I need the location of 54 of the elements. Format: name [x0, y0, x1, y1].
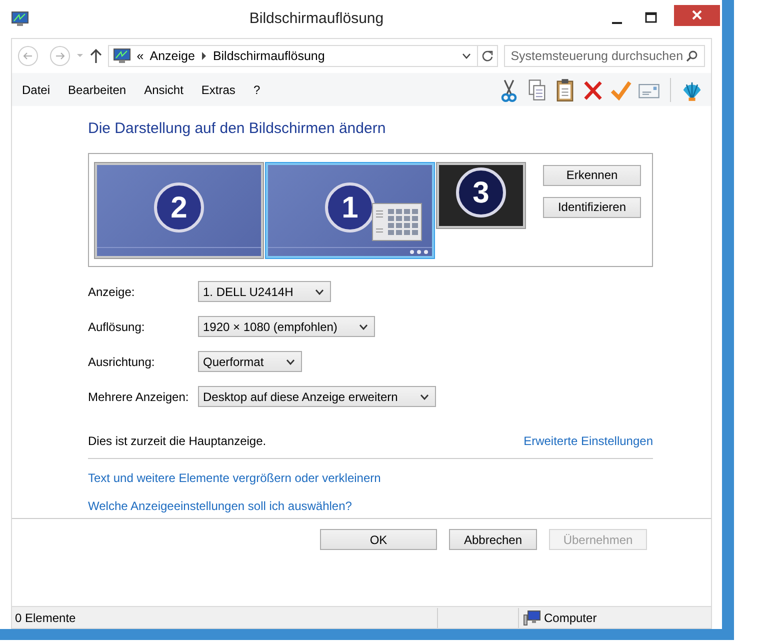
- display-icon: [11, 11, 29, 27]
- search-field[interactable]: Systemsteuerung durchsuchen: [504, 45, 705, 67]
- window-grid-icon: [372, 202, 422, 240]
- menu-item[interactable]: ?: [251, 80, 268, 98]
- forward-arrow-icon: [54, 51, 65, 61]
- copy-icon[interactable]: [526, 78, 548, 102]
- monitor-number: 1: [325, 182, 375, 232]
- identify-button[interactable]: Identifizieren: [543, 196, 641, 218]
- caret-icon: [315, 288, 324, 294]
- page-heading: Die Darstellung auf den Bildschirmen ändern: [88, 119, 387, 139]
- setting-label: Mehrere Anzeigen:: [88, 388, 190, 406]
- cancel-button[interactable]: Abbrechen: [449, 529, 537, 550]
- clipboard-icon[interactable]: [554, 78, 576, 102]
- dropdown[interactable]: 1. DELL U2414H: [198, 281, 332, 302]
- dropdown[interactable]: 1920 × 1080 (empfohlen): [198, 316, 376, 337]
- back-arrow-icon: [22, 51, 33, 61]
- window-title: Bildschirmauflösung: [248, 8, 385, 29]
- primary-display-note: Dies ist zurzeit die Hauptanzeige.: [88, 432, 266, 450]
- dropdown[interactable]: Desktop auf diese Anzeige erweitern: [198, 386, 436, 407]
- advanced-settings-link[interactable]: Erweiterte Einstellungen: [524, 432, 653, 450]
- setting-label: Ausrichtung:: [88, 354, 156, 370]
- address-bar[interactable]: « Anzeige Bildschirmauflösung: [108, 45, 478, 67]
- monitor[interactable]: 3: [437, 162, 525, 228]
- address-dropdown-icon[interactable]: [462, 53, 471, 59]
- monitor-number: 3: [456, 168, 506, 218]
- display-icon: [112, 48, 131, 64]
- refresh-icon[interactable]: [478, 45, 498, 67]
- help-link[interactable]: Text und weitere Elemente vergrößern oder verkleinern: [88, 468, 381, 486]
- dropdown[interactable]: Querformat: [198, 351, 302, 372]
- monitor[interactable]: 2: [95, 162, 263, 258]
- caret-icon: [286, 358, 295, 364]
- monitor[interactable]: 1: [266, 162, 434, 258]
- search-icon: [686, 50, 698, 62]
- ok-button[interactable]: OK: [320, 529, 437, 550]
- breadcrumb-item[interactable]: Anzeige: [150, 46, 195, 66]
- menu-item[interactable]: Ansicht: [142, 80, 192, 98]
- location-label: Computer: [543, 610, 598, 626]
- separator-arrow-icon[interactable]: [200, 52, 207, 60]
- detect-button[interactable]: Erkennen: [543, 164, 641, 186]
- setting-label: Anzeige:: [88, 284, 136, 300]
- item-count: 0 Elemente: [14, 610, 77, 626]
- caret-icon: [420, 394, 429, 400]
- menu-item[interactable]: Extras: [199, 80, 244, 98]
- overflow-chevron[interactable]: «: [136, 46, 144, 66]
- up-arrow-icon[interactable]: [90, 49, 102, 63]
- help-link[interactable]: Welche Anzeigeeinstellungen soll ich auswählen?: [88, 496, 352, 514]
- breadcrumb-item[interactable]: Bildschirmauflösung: [212, 46, 325, 66]
- caret-icon: [359, 324, 368, 330]
- close-button[interactable]: [674, 5, 720, 26]
- setting-label: Auflösung:: [88, 318, 146, 336]
- menu-item[interactable]: Datei: [20, 80, 58, 98]
- computer-icon: [523, 610, 541, 626]
- menu-item[interactable]: Bearbeiten: [66, 80, 134, 98]
- monitor-number: 2: [154, 182, 204, 232]
